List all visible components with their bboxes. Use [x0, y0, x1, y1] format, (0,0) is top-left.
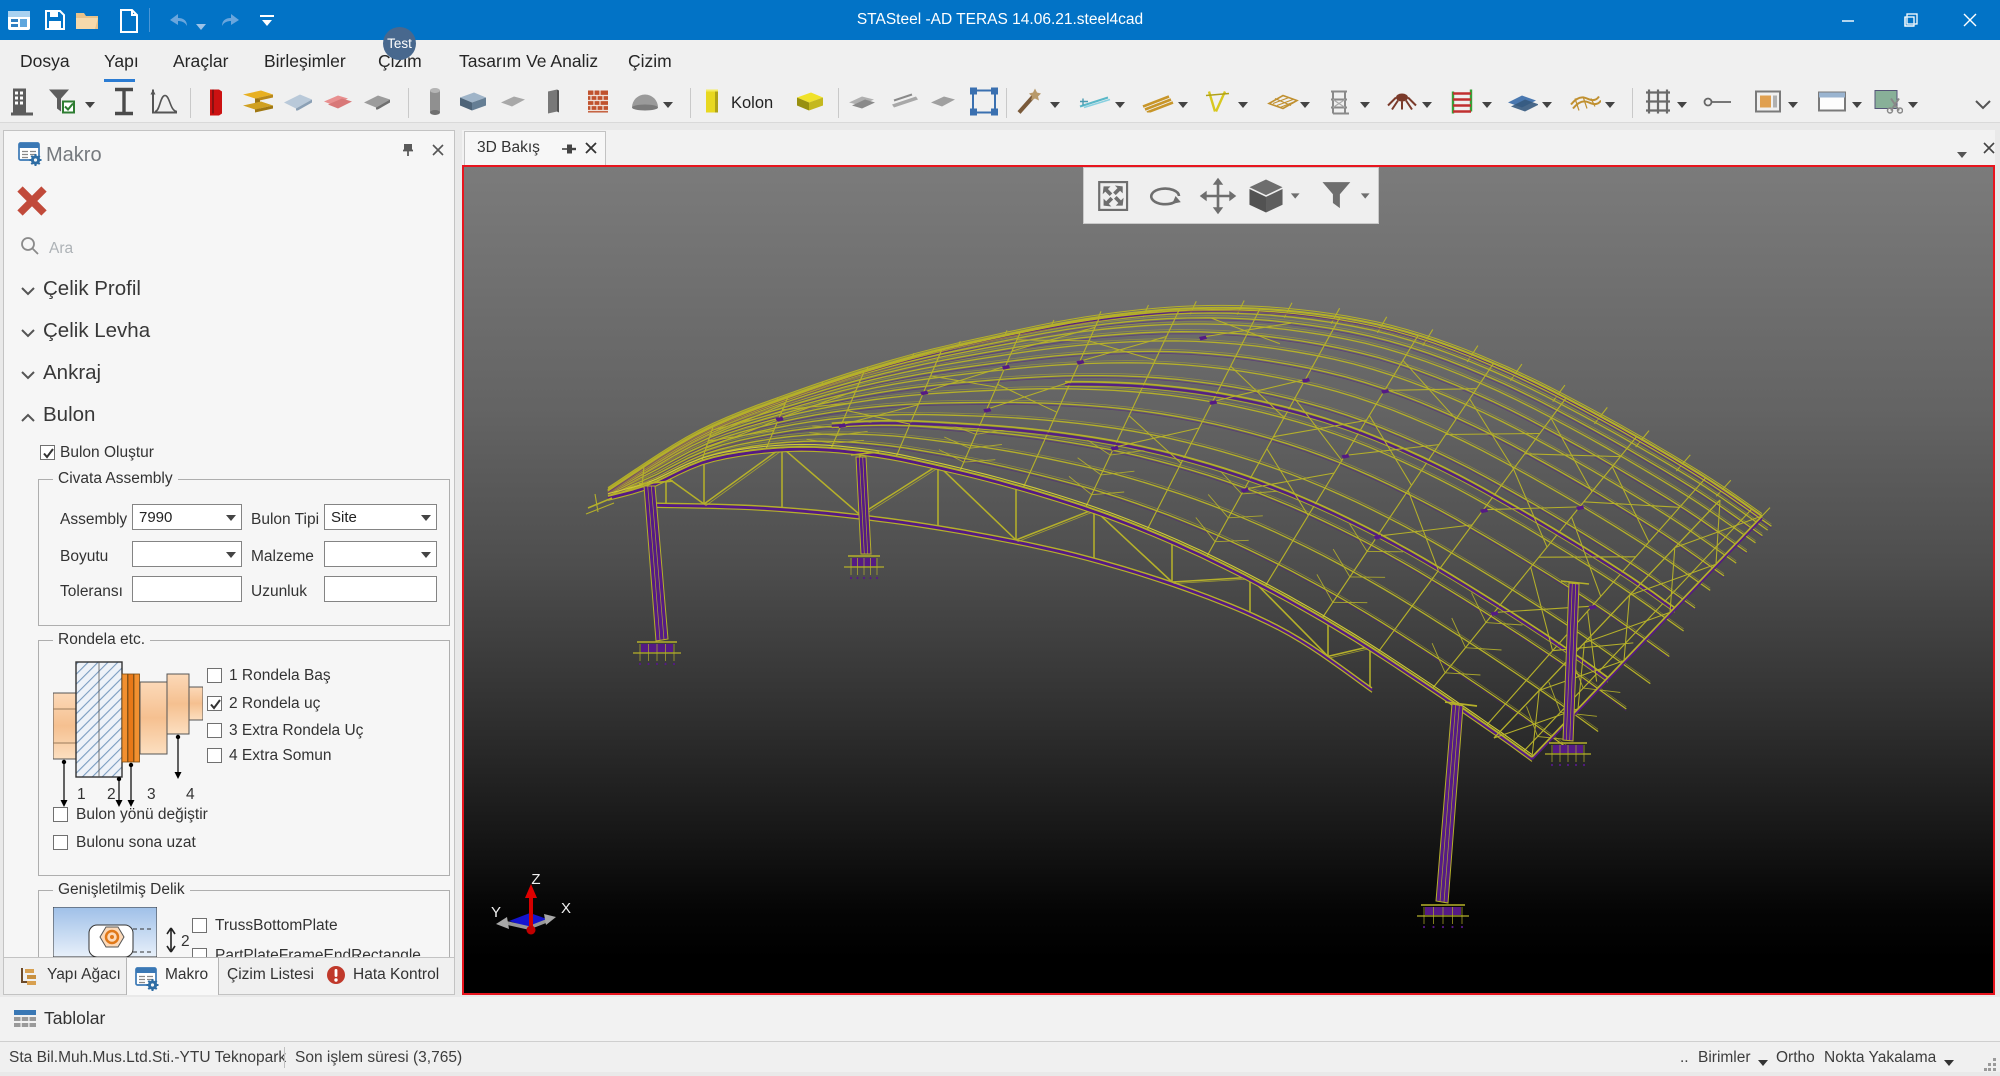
svg-text:Z: Z — [531, 871, 540, 888]
svg-text:Y: Y — [491, 904, 501, 921]
svg-text:X: X — [561, 900, 571, 917]
